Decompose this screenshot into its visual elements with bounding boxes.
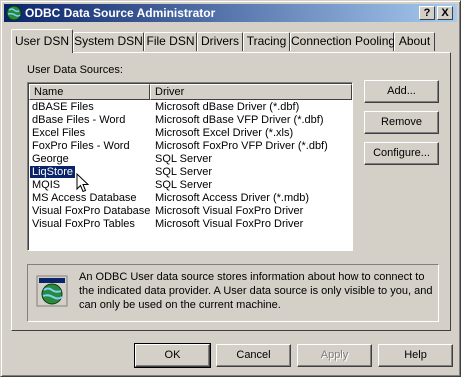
- row-name: Visual FoxPro Tables: [32, 218, 135, 230]
- tab-connection-pooling[interactable]: Connection Pooling: [290, 32, 395, 51]
- tab-user-dsn[interactable]: User DSN: [11, 29, 73, 53]
- configure-button[interactable]: Configure...: [364, 142, 439, 165]
- help-button[interactable]: Help: [378, 344, 453, 367]
- row-name: dBASE Files: [32, 101, 94, 113]
- row-driver: Microsoft Visual FoxPro Driver: [155, 218, 304, 230]
- row-driver: Microsoft Excel Driver (*.xls): [155, 127, 294, 139]
- column-header-driver[interactable]: Driver: [150, 84, 352, 100]
- info-description: An ODBC User data source stores informat…: [79, 271, 433, 311]
- row-name: FoxPro Files - Word: [32, 140, 130, 152]
- tab-drivers[interactable]: Drivers: [197, 32, 243, 51]
- table-row[interactable]: Excel Files Microsoft Excel Driver (*.xl…: [29, 127, 351, 140]
- remove-button[interactable]: Remove: [364, 111, 439, 134]
- row-driver: Microsoft dBase Driver (*.dbf): [155, 101, 300, 113]
- row-name: Excel Files: [32, 127, 86, 139]
- table-row[interactable]: Visual FoxPro Tables Microsoft Visual Fo…: [29, 218, 351, 231]
- list-header: Name Driver: [29, 84, 352, 100]
- row-driver: Microsoft dBase VFP Driver (*.dbf): [155, 114, 324, 126]
- table-row[interactable]: George SQL Server: [29, 153, 351, 166]
- tab-about[interactable]: About: [394, 32, 435, 51]
- odbc-globe-icon: [6, 5, 22, 21]
- row-name: MS Access Database: [32, 192, 137, 204]
- row-name: George: [32, 153, 69, 165]
- row-driver: Microsoft Visual FoxPro Driver: [155, 205, 304, 217]
- help-title-button[interactable]: ?: [419, 6, 435, 20]
- row-name: Visual FoxPro Database: [32, 205, 151, 217]
- tab-system-dsn[interactable]: System DSN: [73, 32, 144, 51]
- tab-tracing[interactable]: Tracing: [243, 32, 290, 51]
- add-button[interactable]: Add...: [364, 80, 439, 103]
- tab-file-dsn[interactable]: File DSN: [144, 32, 197, 51]
- row-name: LiqStore: [29, 165, 76, 179]
- row-name: MQIS: [32, 179, 61, 191]
- table-row[interactable]: Visual FoxPro Database Microsoft Visual …: [29, 205, 351, 218]
- title-bar[interactable]: ODBC Data Source Administrator ? X: [4, 4, 457, 22]
- cancel-button[interactable]: Cancel: [216, 344, 291, 367]
- mouse-cursor-icon: [76, 173, 89, 193]
- row-driver: SQL Server: [155, 153, 213, 165]
- table-row[interactable]: MS Access Database Microsoft Access Driv…: [29, 192, 351, 205]
- row-name: dBase Files - Word: [32, 114, 126, 126]
- row-driver: Microsoft FoxPro VFP Driver (*.dbf): [155, 140, 328, 152]
- ok-button[interactable]: OK: [134, 343, 211, 368]
- table-row[interactable]: dBASE Files Microsoft dBase Driver (*.db…: [29, 101, 351, 114]
- row-driver: Microsoft Access Driver (*.mdb): [155, 192, 310, 204]
- globe-database-icon: [36, 275, 68, 307]
- table-row[interactable]: FoxPro Files - Word Microsoft FoxPro VFP…: [29, 140, 351, 153]
- table-row[interactable]: dBase Files - Word Microsoft dBase VFP D…: [29, 114, 351, 127]
- row-driver: SQL Server: [155, 166, 213, 178]
- user-data-sources-label: User Data Sources:: [27, 64, 123, 76]
- row-driver: SQL Server: [155, 179, 213, 191]
- odbc-dialog: ODBC Data Source Administrator ? X User …: [0, 0, 461, 377]
- info-box: An ODBC User data source stores informat…: [27, 264, 439, 322]
- column-header-name[interactable]: Name: [29, 84, 150, 100]
- close-title-button[interactable]: X: [437, 6, 453, 20]
- window-title: ODBC Data Source Administrator: [25, 6, 216, 20]
- data-sources-list[interactable]: Name Driver dBASE Files Microsoft dBase …: [27, 82, 353, 251]
- apply-button[interactable]: Apply: [297, 344, 372, 367]
